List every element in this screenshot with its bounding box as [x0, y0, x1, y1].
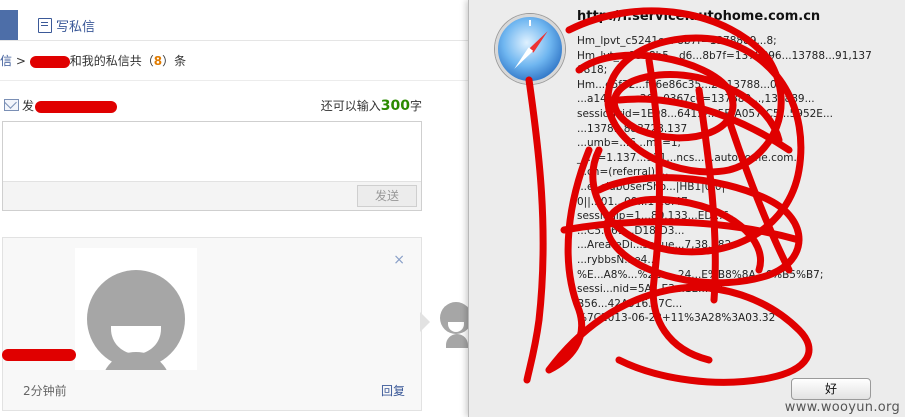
pen-icon: [38, 18, 52, 33]
tab-write-message[interactable]: 写私信: [38, 16, 95, 35]
close-icon[interactable]: ×: [393, 252, 405, 268]
tab-bar: 写私信: [0, 0, 470, 41]
dialog-title: http://i.service.autohome.com.cn: [577, 9, 821, 24]
divider: [0, 80, 470, 81]
redacted-username: [29, 55, 70, 68]
breadcrumb-suffix: ）条: [162, 54, 187, 68]
watermark: www.wooyun.org: [784, 400, 900, 415]
avatar[interactable]: [75, 248, 197, 370]
remaining-count: 300: [380, 98, 410, 114]
message-time: 2分钟前: [23, 384, 67, 398]
redacted-sender: [2, 349, 76, 361]
safari-icon: [495, 14, 565, 84]
send-button[interactable]: 发送: [357, 185, 417, 207]
reply-link[interactable]: 回复: [381, 382, 405, 399]
breadcrumb-middle: 和我的私信共（: [69, 54, 154, 68]
compose-box: 发送: [2, 121, 422, 211]
remaining-chars: 还可以输入300字: [320, 98, 422, 114]
breadcrumb-root[interactable]: 信: [0, 54, 12, 68]
alert-dialog: http://i.service.autohome.com.cn Hm_lpvt…: [468, 0, 905, 417]
ok-button[interactable]: 好: [791, 378, 871, 400]
compose-to-label: 发: [22, 97, 118, 114]
compose-toolbar: 发送: [3, 181, 421, 210]
redacted-recipient: [35, 100, 118, 113]
message-count: 8: [153, 54, 163, 68]
message-textarea[interactable]: [3, 122, 421, 182]
mail-icon: [4, 99, 19, 111]
bubble-arrow: [420, 312, 430, 332]
cookie-text: Hm_lpvt_c5241c... 8b7f=1378889...8; Hm_l…: [577, 35, 872, 325]
avatar-small[interactable]: [438, 300, 472, 350]
breadcrumb: 信 > 和我的私信共（8）条: [0, 52, 186, 69]
message-card: × 2分钟前 回复: [2, 237, 422, 411]
tab-messages[interactable]: [0, 10, 18, 40]
breadcrumb-separator: >: [12, 54, 30, 68]
tab-write-label: 写私信: [56, 20, 96, 35]
